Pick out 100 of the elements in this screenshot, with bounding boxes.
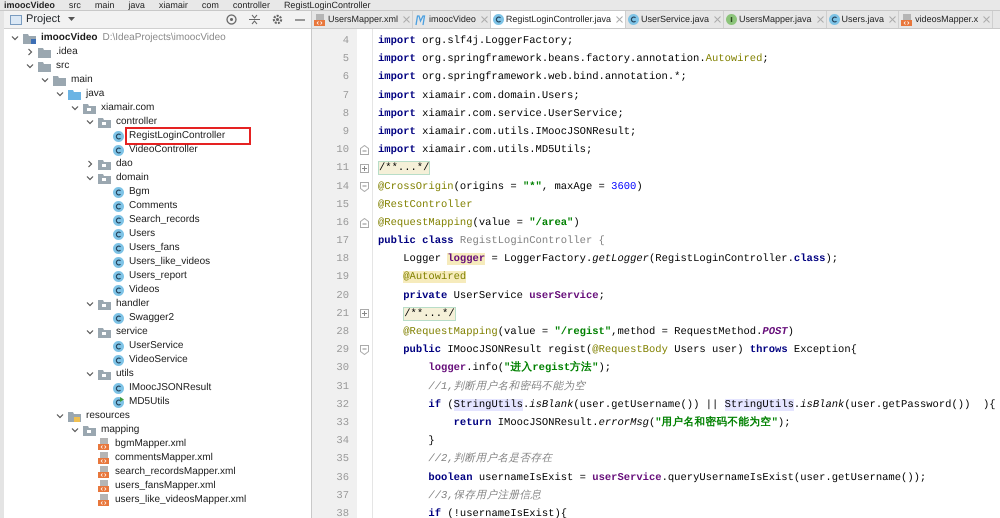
code-line: boolean usernameIsExist = userService.queryUsernameIsExist(user.getUsername()); bbox=[427, 470, 928, 486]
tree-item-label[interactable]: java bbox=[84, 87, 106, 101]
editor-tab[interactable]: videosMapper.x bbox=[899, 11, 994, 28]
target-icon bbox=[226, 14, 237, 25]
fold-marker-icon bbox=[360, 145, 369, 156]
chevron-down-icon[interactable] bbox=[55, 89, 65, 99]
class-icon bbox=[113, 382, 124, 394]
close-icon bbox=[616, 16, 623, 23]
line-number: 20 bbox=[335, 288, 349, 304]
close-icon bbox=[480, 16, 488, 23]
editor-tab[interactable]: Users.java bbox=[826, 11, 900, 28]
xml-file-icon bbox=[98, 438, 110, 450]
chevron-down-icon[interactable] bbox=[85, 369, 95, 379]
tree-item-label[interactable]: UserService bbox=[127, 339, 186, 353]
tree-item-label[interactable]: service bbox=[114, 325, 150, 339]
breadcrumb-item[interactable]: controller bbox=[232, 0, 270, 10]
chevron-down-icon[interactable] bbox=[85, 327, 95, 337]
tree-item-label[interactable]: IMoocJSONResult bbox=[127, 381, 214, 395]
editor-tab[interactable]: RegistLoginController.java bbox=[490, 11, 626, 28]
caret-icon bbox=[68, 17, 76, 22]
chevron-right-icon[interactable] bbox=[25, 47, 35, 57]
line-number: 8 bbox=[342, 106, 349, 122]
breadcrumb-item[interactable]: src bbox=[68, 0, 81, 10]
tree-item-label[interactable]: resources bbox=[84, 409, 132, 423]
editor-tab[interactable]: UserService.java bbox=[626, 11, 724, 28]
chevron-down-icon[interactable] bbox=[85, 299, 95, 309]
line-number: 34 bbox=[335, 434, 349, 450]
tree-item-label[interactable]: Users_report bbox=[127, 269, 189, 283]
chevron-down-icon[interactable] bbox=[85, 117, 95, 127]
tree-item-label[interactable]: handler bbox=[114, 297, 152, 311]
chevron-down-icon[interactable] bbox=[70, 425, 80, 435]
tree-item-label[interactable]: Swagger2 bbox=[127, 311, 176, 325]
tree-item-label[interactable]: RegistLoginController bbox=[127, 129, 250, 143]
fold-marker-icon bbox=[360, 345, 369, 356]
tree-item-label[interactable]: Search_records bbox=[127, 213, 202, 227]
chevron-down-icon[interactable] bbox=[55, 411, 65, 421]
tree-item-label[interactable]: Videos bbox=[127, 283, 162, 297]
chevron-down-icon[interactable] bbox=[85, 173, 95, 183]
code-line: import xiamair.com.service.UserService; bbox=[378, 106, 625, 122]
code-line: private UserService userService; bbox=[402, 288, 606, 304]
folder-icon bbox=[53, 74, 66, 86]
breadcrumb-item[interactable]: RegistLoginController bbox=[284, 0, 370, 10]
tree-item-label[interactable]: src bbox=[54, 59, 72, 73]
breadcrumb-item[interactable]: imoocVideo bbox=[4, 0, 55, 10]
tree-item-label[interactable]: search_recordsMapper.xml bbox=[113, 465, 238, 479]
tree-item-label[interactable]: Users_like_videos bbox=[127, 255, 212, 269]
package-folder-icon bbox=[83, 102, 96, 114]
tree-item-label[interactable]: utils bbox=[114, 367, 136, 381]
breadcrumb-item[interactable]: xiamair bbox=[158, 0, 188, 10]
class-icon bbox=[628, 14, 639, 25]
tree-item-label[interactable]: Users bbox=[127, 227, 158, 241]
xml-file-icon bbox=[901, 14, 914, 26]
tree-item-label[interactable]: Comments bbox=[127, 199, 180, 213]
editor-tab[interactable]: UsersMapper.java bbox=[724, 11, 827, 28]
editor-tab[interactable]: imoocVideo bbox=[413, 11, 491, 28]
class-icon bbox=[113, 312, 124, 324]
tree-item-label[interactable]: VideoService bbox=[127, 353, 190, 367]
tree-item-label[interactable]: controller bbox=[114, 115, 160, 129]
line-number: 16 bbox=[335, 216, 349, 231]
chevron-down-icon[interactable] bbox=[70, 103, 80, 113]
tree-item-label[interactable]: xiamair.com bbox=[99, 101, 156, 115]
xml-file-icon bbox=[98, 480, 110, 492]
tree-item-label[interactable]: VideoController bbox=[127, 143, 200, 157]
class-icon bbox=[113, 214, 124, 226]
tree-item-label[interactable]: bgmMapper.xml bbox=[113, 437, 188, 451]
code-line: @RequestMapping(value = "/regist",method = RequestMethod.POST) bbox=[402, 325, 795, 340]
chevron-down-icon[interactable] bbox=[40, 75, 50, 85]
class-icon bbox=[113, 242, 124, 254]
tree-item-label[interactable]: users_fansMapper.xml bbox=[113, 479, 218, 493]
tree-item-label[interactable]: Users_fans bbox=[127, 241, 182, 255]
tree-item-label[interactable]: domain bbox=[114, 171, 151, 185]
tree-item-label[interactable]: imoocVideo bbox=[39, 31, 100, 45]
tree-item-label[interactable]: .idea bbox=[54, 45, 80, 59]
code-line: //3,保存用户注册信息 bbox=[427, 488, 543, 504]
tree-item-label[interactable]: MD5Utils bbox=[127, 395, 172, 409]
tree-item-label[interactable]: users_like_videosMapper.xml bbox=[113, 493, 248, 507]
code-line: logger.info("进入regist方法"); bbox=[427, 360, 612, 376]
editor-tab[interactable]: UsersMapper.xml bbox=[312, 11, 414, 28]
line-number: 14 bbox=[335, 180, 349, 194]
collapse-icon bbox=[249, 14, 260, 25]
breadcrumb-item[interactable]: com bbox=[202, 0, 219, 10]
tree-item-label[interactable]: dao bbox=[114, 157, 135, 171]
class-icon bbox=[828, 14, 840, 25]
chevron-down-icon[interactable] bbox=[10, 33, 20, 43]
breadcrumb-item[interactable]: java bbox=[128, 0, 145, 10]
tree-item-label[interactable]: mapping bbox=[99, 423, 142, 437]
class-icon bbox=[113, 340, 124, 352]
line-number: 7 bbox=[342, 88, 349, 104]
package-folder-icon bbox=[98, 172, 111, 184]
chevron-down-icon[interactable] bbox=[25, 61, 35, 71]
class-icon bbox=[113, 144, 124, 156]
tree-item-label[interactable]: main bbox=[69, 73, 95, 87]
close-icon bbox=[714, 16, 721, 23]
chevron-right-icon[interactable] bbox=[85, 159, 95, 169]
tree-item-label[interactable]: Bgm bbox=[127, 185, 152, 199]
tree-item-label[interactable]: commentsMapper.xml bbox=[113, 451, 215, 465]
code-line: public class RegistLoginController { bbox=[378, 234, 606, 250]
breadcrumb-item[interactable]: main bbox=[94, 0, 114, 10]
panel-title[interactable]: Project bbox=[26, 11, 60, 28]
m-letter-icon bbox=[415, 14, 428, 26]
